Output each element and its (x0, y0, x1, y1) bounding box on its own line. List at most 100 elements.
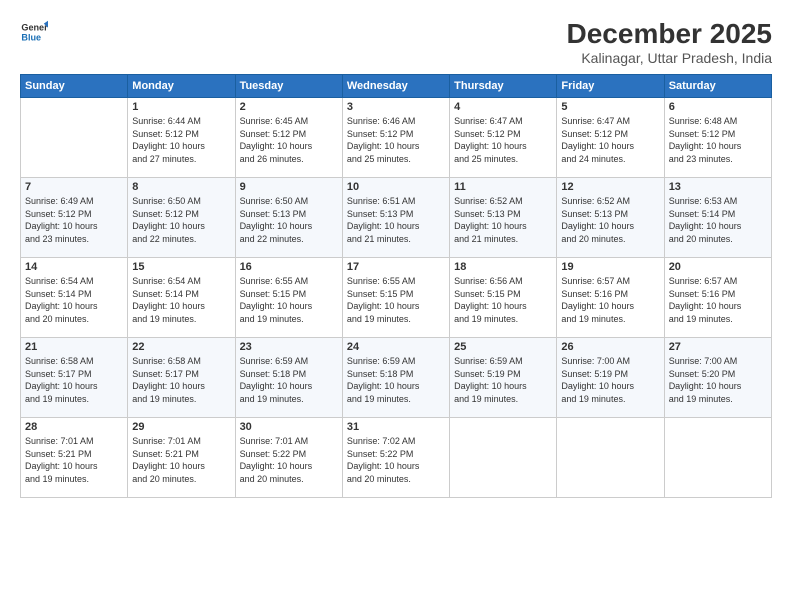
day-details: Sunrise: 6:48 AM Sunset: 5:12 PM Dayligh… (669, 115, 767, 165)
day-details: Sunrise: 6:52 AM Sunset: 5:13 PM Dayligh… (561, 195, 659, 245)
day-cell (450, 418, 557, 498)
day-cell: 3Sunrise: 6:46 AM Sunset: 5:12 PM Daylig… (342, 98, 449, 178)
svg-text:General: General (21, 23, 48, 33)
week-row-4: 21 Sunrise: 6:58 AM Sunset: 5:17 PM Dayli… (21, 338, 772, 418)
day-number: 12 (561, 181, 659, 193)
day-details: Sunrise: 6:57 AM Sunset: 5:16 PM Dayligh… (561, 275, 659, 325)
day-number: 27 (669, 341, 767, 353)
col-saturday: Saturday (664, 75, 771, 98)
day-details: Sunrise: 6:53 AM Sunset: 5:14 PM Dayligh… (669, 195, 767, 245)
day-number: 13 (669, 181, 767, 193)
day-cell: 31 Sunrise: 7:02 AM Sunset: 5:22 PM Dayli… (342, 418, 449, 498)
day-details: Sunrise: 6:59 AM Sunset: 5:18 PM Dayligh… (240, 355, 338, 405)
day-number: 2 (240, 101, 338, 113)
page: General Blue December 2025 Kalinagar, Ut… (0, 0, 792, 612)
week-row-2: 7Sunrise: 6:49 AM Sunset: 5:12 PM Daylig… (21, 178, 772, 258)
col-monday: Monday (128, 75, 235, 98)
day-details: Sunrise: 6:49 AM Sunset: 5:12 PM Dayligh… (25, 195, 123, 245)
day-cell: 16 Sunrise: 6:55 AM Sunset: 5:15 PM Dayli… (235, 258, 342, 338)
day-number: 18 (454, 261, 552, 273)
col-thursday: Thursday (450, 75, 557, 98)
day-cell: 25 Sunrise: 6:59 AM Sunset: 5:19 PM Dayli… (450, 338, 557, 418)
day-number: 29 (132, 421, 230, 433)
day-number: 9 (240, 181, 338, 193)
day-details: Sunrise: 6:47 AM Sunset: 5:12 PM Dayligh… (454, 115, 552, 165)
day-cell: 10 Sunrise: 6:51 AM Sunset: 5:13 PM Dayli… (342, 178, 449, 258)
day-number: 10 (347, 181, 445, 193)
day-details: Sunrise: 6:51 AM Sunset: 5:13 PM Dayligh… (347, 195, 445, 245)
day-details: Sunrise: 7:01 AM Sunset: 5:22 PM Dayligh… (240, 435, 338, 485)
day-cell (557, 418, 664, 498)
day-details: Sunrise: 6:58 AM Sunset: 5:17 PM Dayligh… (132, 355, 230, 405)
col-tuesday: Tuesday (235, 75, 342, 98)
col-sunday: Sunday (21, 75, 128, 98)
day-cell: 20 Sunrise: 6:57 AM Sunset: 5:16 PM Dayli… (664, 258, 771, 338)
logo-icon: General Blue (20, 18, 48, 46)
day-details: Sunrise: 6:55 AM Sunset: 5:15 PM Dayligh… (347, 275, 445, 325)
day-details: Sunrise: 7:00 AM Sunset: 5:20 PM Dayligh… (669, 355, 767, 405)
day-cell: 24 Sunrise: 6:59 AM Sunset: 5:18 PM Dayli… (342, 338, 449, 418)
day-cell (21, 98, 128, 178)
day-cell: 27 Sunrise: 7:00 AM Sunset: 5:20 PM Dayli… (664, 338, 771, 418)
calendar-table: Sunday Monday Tuesday Wednesday Thursday… (20, 74, 772, 498)
day-cell: 11Sunrise: 6:52 AM Sunset: 5:13 PM Dayli… (450, 178, 557, 258)
day-number: 15 (132, 261, 230, 273)
header: General Blue December 2025 Kalinagar, Ut… (20, 18, 772, 66)
day-number: 23 (240, 341, 338, 353)
day-number: 28 (25, 421, 123, 433)
day-cell: 6 Sunrise: 6:48 AM Sunset: 5:12 PM Daylig… (664, 98, 771, 178)
day-details: Sunrise: 6:59 AM Sunset: 5:19 PM Dayligh… (454, 355, 552, 405)
day-cell: 29Sunrise: 7:01 AM Sunset: 5:21 PM Dayli… (128, 418, 235, 498)
day-cell: 12 Sunrise: 6:52 AM Sunset: 5:13 PM Dayli… (557, 178, 664, 258)
col-wednesday: Wednesday (342, 75, 449, 98)
day-cell: 5 Sunrise: 6:47 AM Sunset: 5:12 PM Daylig… (557, 98, 664, 178)
day-number: 1 (132, 101, 230, 113)
day-number: 25 (454, 341, 552, 353)
day-number: 17 (347, 261, 445, 273)
logo: General Blue (20, 18, 48, 46)
day-number: 26 (561, 341, 659, 353)
day-cell: 30Sunrise: 7:01 AM Sunset: 5:22 PM Dayli… (235, 418, 342, 498)
day-cell: 13 Sunrise: 6:53 AM Sunset: 5:14 PM Dayli… (664, 178, 771, 258)
title-block: December 2025 Kalinagar, Uttar Pradesh, … (567, 18, 772, 66)
day-details: Sunrise: 6:56 AM Sunset: 5:15 PM Dayligh… (454, 275, 552, 325)
day-number: 5 (561, 101, 659, 113)
day-number: 8 (132, 181, 230, 193)
week-row-1: 1 Sunrise: 6:44 AM Sunset: 5:12 PM Daylig… (21, 98, 772, 178)
day-cell: 18 Sunrise: 6:56 AM Sunset: 5:15 PM Dayli… (450, 258, 557, 338)
day-cell: 28Sunrise: 7:01 AM Sunset: 5:21 PM Dayli… (21, 418, 128, 498)
day-cell: 17 Sunrise: 6:55 AM Sunset: 5:15 PM Dayli… (342, 258, 449, 338)
day-cell: 23 Sunrise: 6:59 AM Sunset: 5:18 PM Dayli… (235, 338, 342, 418)
day-number: 22 (132, 341, 230, 353)
day-number: 20 (669, 261, 767, 273)
header-row: Sunday Monday Tuesday Wednesday Thursday… (21, 75, 772, 98)
day-number: 31 (347, 421, 445, 433)
day-details: Sunrise: 6:47 AM Sunset: 5:12 PM Dayligh… (561, 115, 659, 165)
day-cell: 15 Sunrise: 6:54 AM Sunset: 5:14 PM Dayli… (128, 258, 235, 338)
month-title: December 2025 (567, 18, 772, 50)
day-details: Sunrise: 6:54 AM Sunset: 5:14 PM Dayligh… (132, 275, 230, 325)
day-number: 16 (240, 261, 338, 273)
day-details: Sunrise: 7:02 AM Sunset: 5:22 PM Dayligh… (347, 435, 445, 485)
day-details: Sunrise: 6:50 AM Sunset: 5:12 PM Dayligh… (132, 195, 230, 245)
day-number: 24 (347, 341, 445, 353)
day-cell: 21 Sunrise: 6:58 AM Sunset: 5:17 PM Dayli… (21, 338, 128, 418)
day-details: Sunrise: 6:55 AM Sunset: 5:15 PM Dayligh… (240, 275, 338, 325)
day-details: Sunrise: 6:58 AM Sunset: 5:17 PM Dayligh… (25, 355, 123, 405)
day-number: 19 (561, 261, 659, 273)
day-details: Sunrise: 6:44 AM Sunset: 5:12 PM Dayligh… (132, 115, 230, 165)
day-number: 6 (669, 101, 767, 113)
day-number: 11 (454, 181, 552, 193)
day-details: Sunrise: 6:46 AM Sunset: 5:12 PM Dayligh… (347, 115, 445, 165)
svg-text:Blue: Blue (21, 32, 41, 42)
day-number: 14 (25, 261, 123, 273)
day-details: Sunrise: 6:54 AM Sunset: 5:14 PM Dayligh… (25, 275, 123, 325)
day-cell: 4Sunrise: 6:47 AM Sunset: 5:12 PM Daylig… (450, 98, 557, 178)
day-cell: 19 Sunrise: 6:57 AM Sunset: 5:16 PM Dayli… (557, 258, 664, 338)
day-number: 21 (25, 341, 123, 353)
day-details: Sunrise: 6:59 AM Sunset: 5:18 PM Dayligh… (347, 355, 445, 405)
day-details: Sunrise: 7:00 AM Sunset: 5:19 PM Dayligh… (561, 355, 659, 405)
day-cell: 26 Sunrise: 7:00 AM Sunset: 5:19 PM Dayli… (557, 338, 664, 418)
day-details: Sunrise: 6:57 AM Sunset: 5:16 PM Dayligh… (669, 275, 767, 325)
week-row-3: 14 Sunrise: 6:54 AM Sunset: 5:14 PM Dayli… (21, 258, 772, 338)
